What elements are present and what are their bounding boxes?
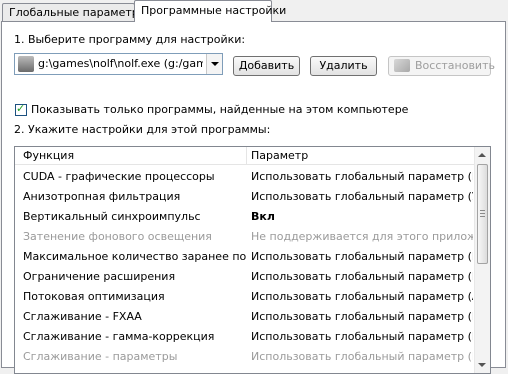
table-row[interactable]: CUDA - графические процессоры Использова…	[15, 167, 475, 187]
step1-label: 1. Выберите программу для настройки:	[14, 33, 246, 46]
table-row[interactable]: Сглаживание - FXAA Использовать глобальн…	[15, 307, 475, 327]
table-row[interactable]: Сглаживание - гамма-коррекция Использова…	[15, 327, 475, 347]
param-cell[interactable]: Использовать глобальный параметр (Все)	[251, 170, 473, 183]
column-header-param[interactable]: Параметр	[251, 149, 308, 162]
table-header: Функция Параметр	[15, 147, 475, 165]
feature-cell: Анизотропная фильтрация	[23, 190, 181, 203]
arrow-down-icon[interactable]	[478, 363, 486, 367]
param-cell[interactable]: Использовать глобальный параметр (И...	[251, 250, 473, 263]
param-cell[interactable]: Использовать глобальный параметр (В...	[251, 270, 473, 283]
feature-cell: Затенение фонового освещения	[23, 230, 212, 243]
table-row[interactable]: Потоковая оптимизация Использовать глоба…	[15, 287, 475, 307]
feature-cell: Вертикальный синхроимпульс	[23, 210, 201, 223]
grip-line	[480, 210, 485, 211]
feature-cell: Потоковая оптимизация	[23, 290, 165, 303]
table-row[interactable]: Максимальное количество заранее под... И…	[15, 247, 475, 267]
program-select[interactable]: g:\games\nolf\nolf.exe (g:/games,	[14, 53, 223, 75]
param-cell: Не поддерживается для этого приложе...	[251, 230, 473, 243]
show-found-programs-checkbox[interactable]	[15, 102, 27, 116]
table-row[interactable]: Ограничение расширения Использовать глоб…	[15, 267, 475, 287]
program-settings-panel: 1. Выберите программу для настройки: g:\…	[1, 21, 506, 374]
program-avatar-icon	[18, 56, 34, 72]
tab-program-settings[interactable]: Программные настройки	[134, 0, 286, 22]
vertical-scrollbar[interactable]	[474, 147, 490, 373]
param-cell: Использовать глобальный параметр (Н...	[251, 350, 473, 363]
table-row[interactable]: Анизотропная фильтрация Использовать гло…	[15, 187, 475, 207]
column-divider[interactable]	[246, 147, 247, 164]
param-cell[interactable]: Использовать глобальный параметр (А...	[251, 290, 473, 303]
step2-label: 2. Укажите настройки для этой программы:	[14, 123, 271, 136]
feature-cell: Сглаживание - FXAA	[23, 310, 142, 323]
chevron-down-icon[interactable]	[206, 54, 222, 74]
arrow-up-icon[interactable]	[478, 153, 486, 157]
settings-table: Функция Параметр CUDA - графические проц…	[14, 146, 491, 374]
grip-line	[480, 213, 485, 214]
grip-line	[480, 216, 485, 217]
table-row[interactable]: Вертикальный синхроимпульс Вкл	[15, 207, 475, 227]
feature-cell: Ограничение расширения	[23, 270, 176, 283]
feature-cell: CUDA - графические процессоры	[23, 170, 215, 183]
restore-button-label: Восстановить	[415, 59, 495, 72]
table-row: Затенение фонового освещения Не поддержи…	[15, 227, 475, 247]
scrollbar-thumb[interactable]	[477, 164, 488, 264]
param-cell[interactable]: Вкл	[251, 210, 473, 223]
param-cell[interactable]: Использовать глобальный параметр (У...	[251, 190, 473, 203]
restore-button[interactable]: Восстановить	[388, 56, 495, 76]
program-select-value: g:\games\nolf\nolf.exe (g:/games,	[38, 57, 203, 70]
column-header-feature[interactable]: Функция	[23, 149, 74, 162]
feature-cell: Максимальное количество заранее под...	[23, 250, 246, 263]
nvidia-logo-icon	[394, 59, 410, 72]
param-cell[interactable]: Использовать глобальный параметр (Вкл)	[251, 330, 473, 343]
add-button[interactable]: Добавить	[233, 56, 300, 76]
show-found-programs-label: Показывать только программы, найденные н…	[31, 103, 409, 116]
feature-cell: Сглаживание - гамма-коррекция	[23, 330, 215, 343]
tab-global-settings[interactable]: Глобальные параметры	[2, 3, 147, 21]
table-row: Сглаживание - параметры Использовать гло…	[15, 347, 475, 367]
feature-cell: Сглаживание - параметры	[23, 350, 178, 363]
remove-button[interactable]: Удалить	[310, 56, 377, 76]
param-cell[interactable]: Использовать глобальный параметр (В...	[251, 310, 473, 323]
